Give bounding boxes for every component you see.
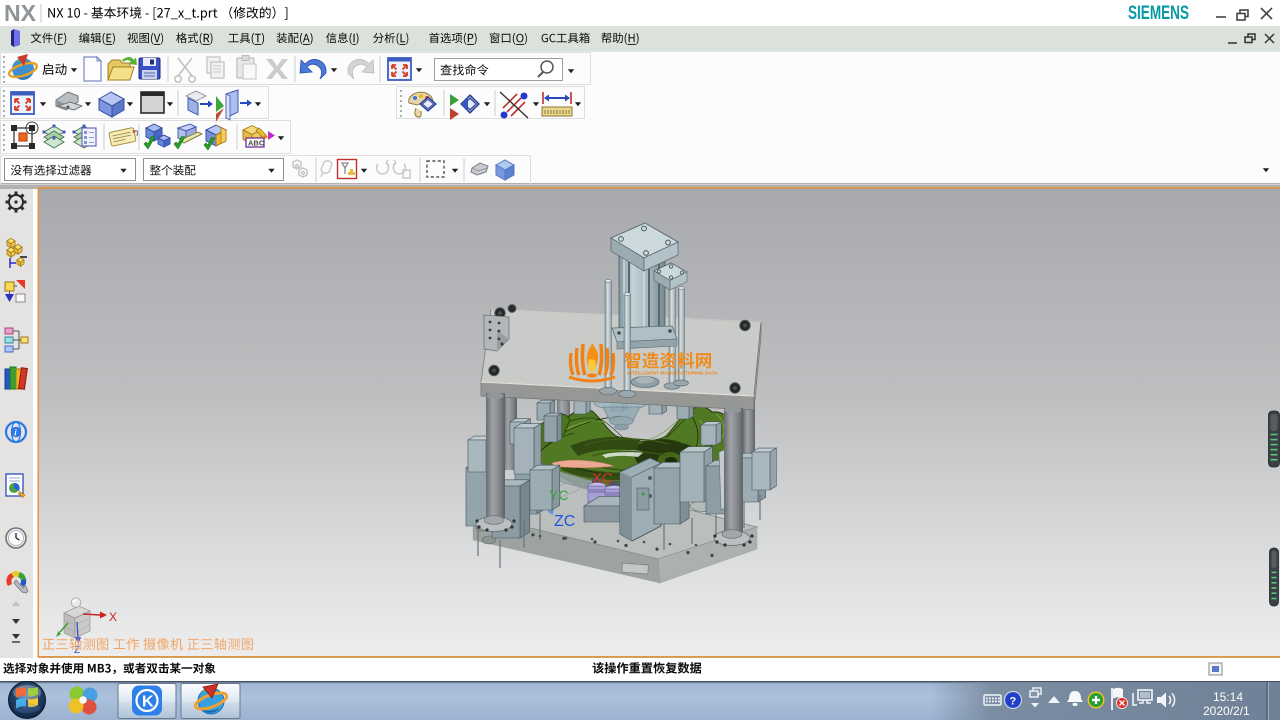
svg-text:SIEMENS: SIEMENS bbox=[1128, 3, 1189, 24]
svg-text:15:14: 15:14 bbox=[1213, 690, 1243, 704]
svg-text:?: ? bbox=[1010, 696, 1017, 708]
svg-text:YC: YC bbox=[549, 487, 568, 503]
svg-text:XC: XC bbox=[592, 470, 613, 487]
svg-text:X: X bbox=[109, 610, 117, 624]
svg-text:INTELLIGENT MANUFACTURING DATA: INTELLIGENT MANUFACTURING DATA bbox=[627, 371, 718, 377]
svg-text:ZC: ZC bbox=[554, 513, 575, 530]
svg-text:Z: Z bbox=[74, 645, 80, 656]
svg-text:NX: NX bbox=[4, 0, 37, 26]
svg-text:2020/2/1: 2020/2/1 bbox=[1203, 704, 1250, 718]
svg-text:K: K bbox=[142, 694, 154, 711]
svg-text:ABC: ABC bbox=[248, 139, 265, 148]
